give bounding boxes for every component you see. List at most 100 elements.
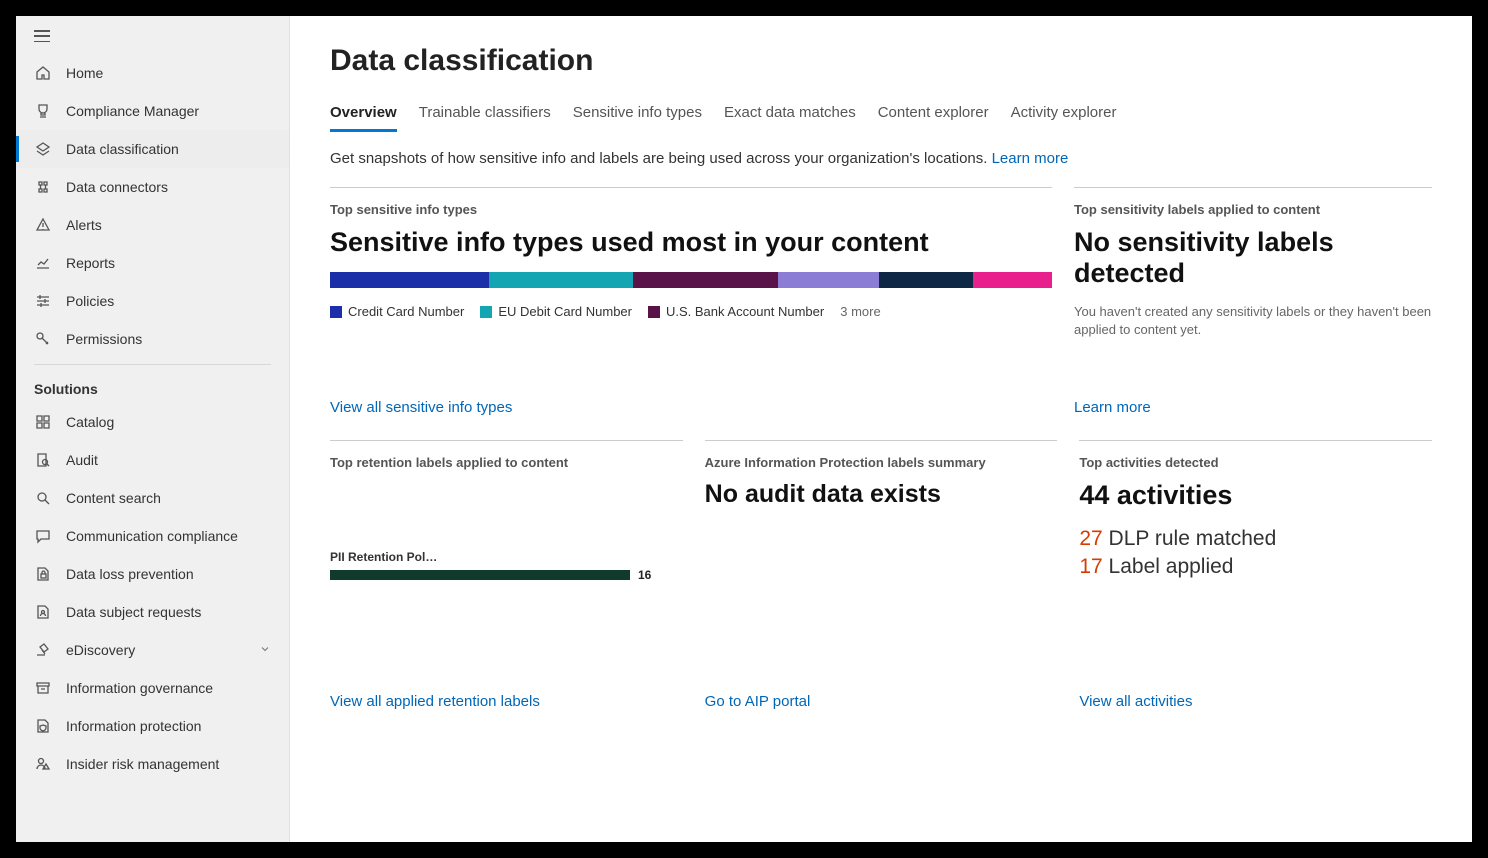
legend-swatch [480, 306, 492, 318]
tab-sensitive-info-types[interactable]: Sensitive info types [573, 104, 702, 132]
file-person-icon [34, 603, 52, 621]
tab-trainable-classifiers[interactable]: Trainable classifiers [419, 104, 551, 132]
view-all-activities-link[interactable]: View all activities [1079, 633, 1432, 710]
sidebar-item-content-search[interactable]: Content search [16, 479, 289, 517]
legend-item[interactable]: Credit Card Number [330, 304, 464, 319]
learn-more-link[interactable]: Learn more [992, 150, 1069, 167]
card-aip-summary: Azure Information Protection labels summ… [705, 440, 1058, 710]
legend-swatch [330, 306, 342, 318]
sidebar-item-label: Communication compliance [66, 528, 271, 544]
sidebar-item-catalog[interactable]: Catalog [16, 403, 289, 441]
card-small-title: Top sensitive info types [330, 202, 1052, 217]
warning-icon [34, 216, 52, 234]
card-retention-labels: Top retention labels applied to content … [330, 440, 683, 710]
archive-icon [34, 679, 52, 697]
activity-row: 27 DLP rule matched [1079, 527, 1432, 551]
chevron-down-icon [259, 642, 271, 658]
sidebar-item-label: Content search [66, 490, 271, 506]
learn-more-sensitivity-link[interactable]: Learn more [1074, 339, 1432, 416]
legend-label: U.S. Bank Account Number [666, 304, 824, 319]
activity-label: DLP rule matched [1109, 527, 1277, 550]
sidebar-item-label: Permissions [66, 331, 271, 347]
person-warning-icon [34, 755, 52, 773]
bar-segment [973, 272, 1052, 288]
activity-label: Label applied [1109, 555, 1234, 578]
sidebar-item-information-protection[interactable]: Information protection [16, 707, 289, 745]
bar-segment [633, 272, 777, 288]
sidebar-item-data-connectors[interactable]: Data connectors [16, 168, 289, 206]
sidebar-item-reports[interactable]: Reports [16, 244, 289, 282]
card-big-title: No audit data exists [705, 480, 1058, 509]
activity-row: 17 Label applied [1079, 555, 1432, 579]
bar-segment [330, 272, 489, 288]
sidebar-item-label: Data loss prevention [66, 566, 271, 582]
go-to-aip-portal-link[interactable]: Go to AIP portal [705, 633, 1058, 710]
divider [34, 364, 271, 365]
card-body-text: You haven't created any sensitivity labe… [1074, 303, 1432, 339]
sidebar-item-permissions[interactable]: Permissions [16, 320, 289, 358]
retention-bar-value: 16 [638, 568, 651, 582]
hamburger-menu-button[interactable] [16, 24, 289, 54]
sensitive-info-stacked-bar [330, 272, 1052, 288]
retention-bar-label: PII Retention Pol… [330, 550, 683, 564]
legend-item[interactable]: EU Debit Card Number [480, 304, 632, 319]
sidebar-section-solutions: Solutions [16, 371, 289, 403]
main-content: Data classification Overview Trainable c… [290, 16, 1472, 842]
sidebar-item-ediscovery[interactable]: eDiscovery [16, 631, 289, 669]
page-description: Get snapshots of how sensitive info and … [330, 150, 1432, 167]
sidebar-item-information-governance[interactable]: Information governance [16, 669, 289, 707]
chat-icon [34, 527, 52, 545]
legend-more-link[interactable]: 3 more [840, 304, 880, 319]
legend-swatch [648, 306, 660, 318]
chart-legend: Credit Card Number EU Debit Card Number U.… [330, 304, 1052, 319]
retention-bar-chart: PII Retention Pol… 16 [330, 550, 683, 582]
card-big-title: No sensitivity labels detected [1074, 227, 1432, 289]
document-search-icon [34, 451, 52, 469]
card-small-title: Top retention labels applied to content [330, 455, 683, 470]
sidebar-item-label: Information governance [66, 680, 271, 696]
grid-icon [34, 413, 52, 431]
card-small-title: Top sensitivity labels applied to conten… [1074, 202, 1432, 217]
connector-icon [34, 178, 52, 196]
description-text: Get snapshots of how sensitive info and … [330, 150, 992, 167]
sidebar-item-home[interactable]: Home [16, 54, 289, 92]
sidebar-item-label: eDiscovery [66, 642, 259, 658]
hamburger-icon [34, 30, 50, 42]
sidebar-item-label: Catalog [66, 414, 271, 430]
sidebar-item-label: Data subject requests [66, 604, 271, 620]
sidebar-item-policies[interactable]: Policies [16, 282, 289, 320]
sidebar-item-data-loss-prevention[interactable]: Data loss prevention [16, 555, 289, 593]
tab-activity-explorer[interactable]: Activity explorer [1011, 104, 1117, 132]
card-sensitive-info-types: Top sensitive info types Sensitive info … [330, 187, 1052, 416]
sidebar-item-label: Policies [66, 293, 271, 309]
sidebar-item-label: Data classification [66, 141, 271, 157]
search-icon [34, 489, 52, 507]
activity-count: 17 [1079, 555, 1102, 578]
view-all-sensitive-info-types-link[interactable]: View all sensitive info types [330, 339, 1052, 416]
sidebar-item-insider-risk-management[interactable]: Insider risk management [16, 745, 289, 783]
sidebar-item-label: Home [66, 65, 271, 81]
retention-bar [330, 570, 630, 580]
legend-item[interactable]: U.S. Bank Account Number [648, 304, 824, 319]
sidebar-item-data-subject-requests[interactable]: Data subject requests [16, 593, 289, 631]
bar-segment [489, 272, 633, 288]
sidebar-item-communication-compliance[interactable]: Communication compliance [16, 517, 289, 555]
page-title: Data classification [330, 44, 1432, 78]
view-all-retention-labels-link[interactable]: View all applied retention labels [330, 653, 683, 710]
cards-row-bottom: Top retention labels applied to content … [330, 440, 1432, 710]
activity-count: 27 [1079, 527, 1102, 550]
gavel-icon [34, 641, 52, 659]
tab-overview[interactable]: Overview [330, 104, 397, 132]
sidebar-item-data-classification[interactable]: Data classification [16, 130, 289, 168]
card-top-activities: Top activities detected 44 activities 27… [1079, 440, 1432, 710]
cards-row-top: Top sensitive info types Sensitive info … [330, 187, 1432, 416]
tab-exact-data-matches[interactable]: Exact data matches [724, 104, 856, 132]
tab-bar: Overview Trainable classifiers Sensitive… [330, 104, 1432, 132]
bar-segment [879, 272, 973, 288]
sidebar-item-compliance-manager[interactable]: Compliance Manager [16, 92, 289, 130]
tab-content-explorer[interactable]: Content explorer [878, 104, 989, 132]
sidebar-item-label: Alerts [66, 217, 271, 233]
tag-icon [34, 140, 52, 158]
sidebar-item-audit[interactable]: Audit [16, 441, 289, 479]
sidebar-item-alerts[interactable]: Alerts [16, 206, 289, 244]
